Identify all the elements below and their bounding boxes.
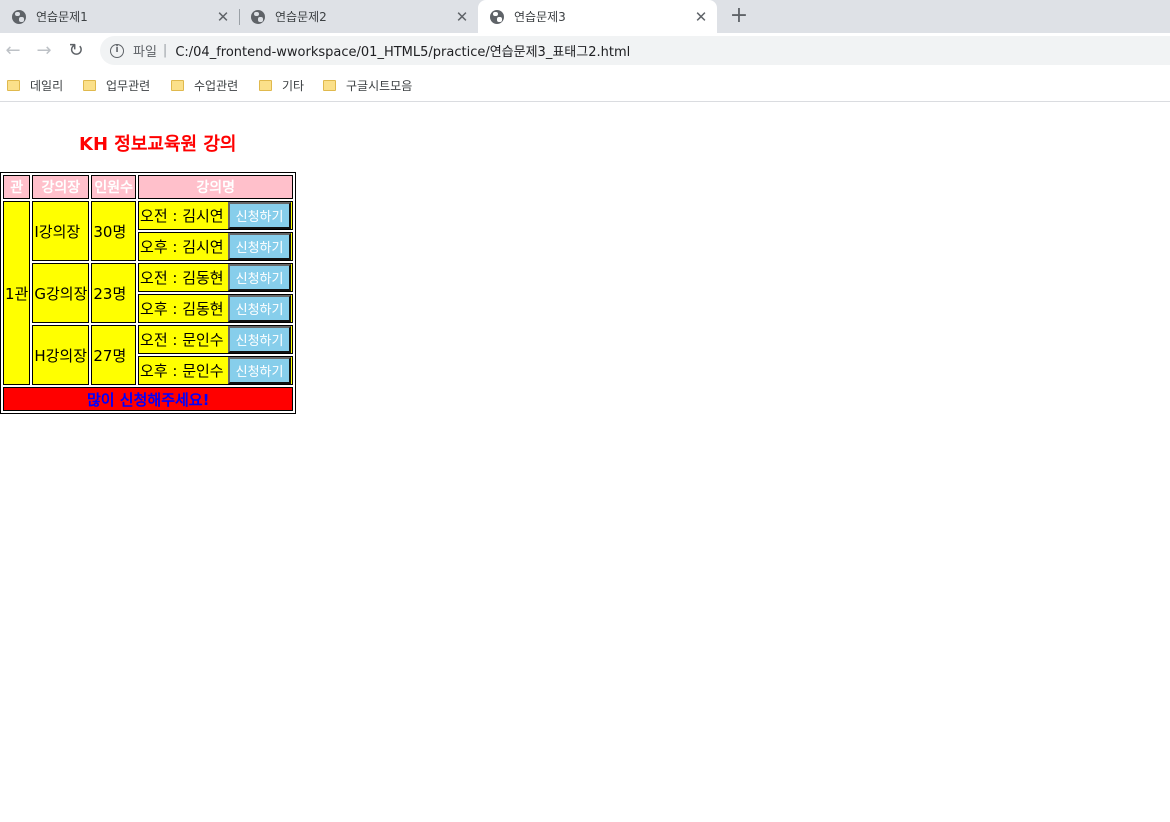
close-icon[interactable]: ✕: [691, 8, 711, 26]
tab-title: 연습문제3: [514, 10, 566, 24]
globe-icon: [12, 9, 26, 24]
count-cell: 23명: [91, 263, 137, 323]
lecture-table: 관 강의장 인원수 강의명 1관 I강의장 30명 오전 : 김시연 신청하기 오…: [0, 172, 297, 414]
address-separator: |: [162, 43, 168, 58]
info-icon[interactable]: i: [110, 43, 124, 58]
session-label: 오전 : 김시연: [140, 207, 224, 225]
room-cell: G강의장: [32, 263, 90, 323]
folder-icon: [171, 80, 184, 91]
bookmark-label: 수업관련: [194, 79, 239, 93]
browser-toolbar: ← → ↻ i 파일 | C:/04_frontend-wworkspace/0…: [0, 33, 1170, 69]
bookmark-class[interactable]: 수업관련: [171, 77, 238, 94]
count-cell: 30명: [91, 201, 137, 261]
course-cell: 오후 : 김동현 신청하기: [138, 294, 294, 323]
header-hall: 관: [3, 175, 31, 199]
forward-button[interactable]: →: [32, 39, 56, 63]
globe-icon: [490, 9, 504, 24]
close-icon[interactable]: ✕: [213, 8, 233, 26]
session-label: 오후 : 김동현: [140, 300, 224, 318]
bookmarks-bar: 데일리 업무관련 수업관련 기타 구글시트모음: [0, 69, 1170, 102]
header-room: 강의장: [32, 175, 90, 199]
course-cell: 오후 : 김시연 신청하기: [138, 232, 294, 261]
apply-button[interactable]: 신청하기: [227, 233, 292, 260]
tab-1[interactable]: 연습문제1 ✕: [0, 0, 239, 33]
page-content: KH 정보교육원 강의 관 강의장 인원수 강의명 1관 I강의장 30명 오전…: [0, 102, 1170, 822]
room-cell: H강의장: [32, 325, 90, 385]
folder-icon: [259, 80, 272, 91]
apply-button[interactable]: 신청하기: [227, 202, 292, 229]
course-cell: 오전 : 문인수 신청하기: [138, 325, 294, 354]
bookmark-label: 업무관련: [106, 79, 151, 93]
bookmark-label: 기타: [282, 79, 305, 93]
table-row: H강의장 27명 오전 : 문인수 신청하기: [3, 325, 294, 385]
bookmark-label: 구글시트모음: [346, 79, 413, 93]
url-text[interactable]: C:/04_frontend-wworkspace/01_HTML5/pract…: [175, 41, 630, 60]
table-header-row: 관 강의장 인원수 강의명: [3, 175, 294, 199]
tab-title: 연습문제2: [275, 10, 327, 24]
course-cell: 오전 : 김동현 신청하기: [138, 263, 294, 292]
table-footer-row: 많이 신청해주세요!: [3, 387, 294, 411]
apply-button[interactable]: 신청하기: [227, 295, 292, 322]
header-count: 인원수: [91, 175, 137, 199]
hall-cell: 1관: [3, 201, 31, 385]
address-bar[interactable]: i 파일 | C:/04_frontend-wworkspace/01_HTML…: [100, 36, 1170, 65]
apply-button[interactable]: 신청하기: [227, 357, 292, 384]
footer-message: 많이 신청해주세요!: [3, 387, 294, 411]
new-tab-button[interactable]: +: [726, 3, 752, 29]
reload-button[interactable]: ↻: [64, 39, 88, 63]
session-label: 오후 : 문인수: [140, 362, 224, 380]
tab-title: 연습문제1: [36, 10, 88, 24]
header-course: 강의명: [138, 175, 294, 199]
bookmark-label: 데일리: [30, 79, 64, 93]
room-cell: I강의장: [32, 201, 90, 261]
course-cell: 오후 : 문인수 신청하기: [138, 356, 294, 385]
session-label: 오전 : 문인수: [140, 331, 224, 349]
table-row: 1관 I강의장 30명 오전 : 김시연 신청하기: [3, 201, 294, 385]
back-button[interactable]: ←: [1, 39, 25, 63]
folder-icon: [7, 80, 20, 91]
folder-icon: [83, 80, 96, 91]
count-cell: 27명: [91, 325, 137, 385]
folder-icon: [323, 80, 336, 91]
close-icon[interactable]: ✕: [452, 8, 472, 26]
session-label: 오후 : 김시연: [140, 238, 224, 256]
bookmark-google-sheets[interactable]: 구글시트모음: [323, 77, 412, 94]
globe-icon: [251, 9, 265, 24]
course-cell: 오전 : 김시연 신청하기: [138, 201, 294, 230]
scheme-label: 파일: [133, 45, 157, 60]
session-label: 오전 : 김동현: [140, 269, 224, 287]
tab-3-active[interactable]: 연습문제3 ✕: [478, 0, 717, 33]
tab-strip: 연습문제1 ✕ 연습문제2 ✕ 연습문제3 ✕ +: [0, 0, 1170, 33]
table-row: G강의장 23명 오전 : 김동현 신청하기: [3, 263, 294, 323]
bookmark-work[interactable]: 업무관련: [83, 77, 150, 94]
apply-button[interactable]: 신청하기: [227, 326, 292, 353]
page-title: KH 정보교육원 강의: [79, 134, 237, 155]
tab-2[interactable]: 연습문제2 ✕: [239, 0, 478, 33]
bookmark-etc[interactable]: 기타: [259, 77, 304, 94]
bookmark-daily[interactable]: 데일리: [7, 77, 63, 94]
apply-button[interactable]: 신청하기: [227, 264, 292, 291]
